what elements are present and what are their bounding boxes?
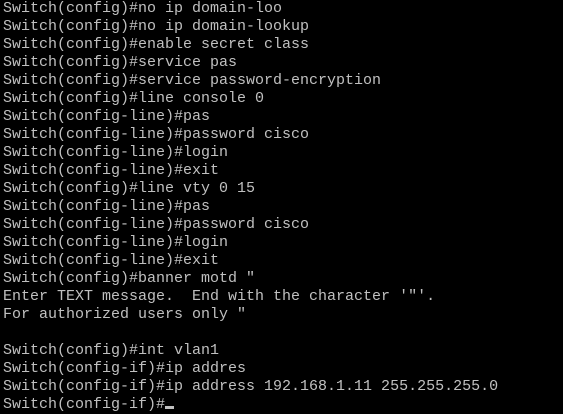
- terminal-line: Switch(config-line)#exit: [3, 162, 220, 179]
- terminal-line: Switch(config)#no ip domain-loo: [3, 0, 283, 17]
- terminal-line: Switch(config)#line vty 0 15: [3, 180, 256, 197]
- terminal-line: Switch(config-if)#ip addres: [3, 360, 247, 377]
- terminal-line: Switch(config-line)#pas: [3, 108, 211, 125]
- terminal-line: Switch(config-line)#password cisco: [3, 126, 310, 143]
- terminal-line: Switch(config)#enable secret class: [3, 36, 310, 53]
- terminal-output: Switch(config)#no ip domain-loo Switch(c…: [3, 0, 498, 414]
- terminal-prompt: Switch(config-if)#: [3, 396, 166, 413]
- terminal-line: Switch(config-line)#pas: [3, 198, 211, 215]
- terminal-line: Switch(config)#service pas: [3, 54, 238, 71]
- terminal-prompt-line[interactable]: Switch(config-if)#: [3, 396, 498, 414]
- terminal-line: Switch(config)#int vlan1: [3, 342, 220, 359]
- terminal-line: Switch(config-line)#exit: [3, 252, 220, 269]
- terminal-line: Switch(config)#no ip domain-lookup: [3, 18, 310, 35]
- terminal-line: Switch(config-line)#password cisco: [3, 216, 310, 233]
- terminal-line: For authorized users only ": [3, 306, 247, 323]
- terminal-line: Switch(config)#banner motd ": [3, 270, 256, 287]
- terminal-line: Switch(config-line)#login: [3, 144, 229, 161]
- terminal-line: Switch(config-if)#ip address 192.168.1.1…: [3, 378, 499, 395]
- terminal-line: Enter TEXT message. End with the charact…: [3, 288, 436, 305]
- terminal-line: Switch(config)#service password-encrypti…: [3, 72, 382, 89]
- terminal-line: Switch(config-line)#login: [3, 234, 229, 251]
- terminal-line: Switch(config)#line console 0: [3, 90, 265, 107]
- terminal-cursor: [165, 406, 175, 409]
- terminal-window[interactable]: Switch(config)#no ip domain-loo Switch(c…: [0, 0, 563, 414]
